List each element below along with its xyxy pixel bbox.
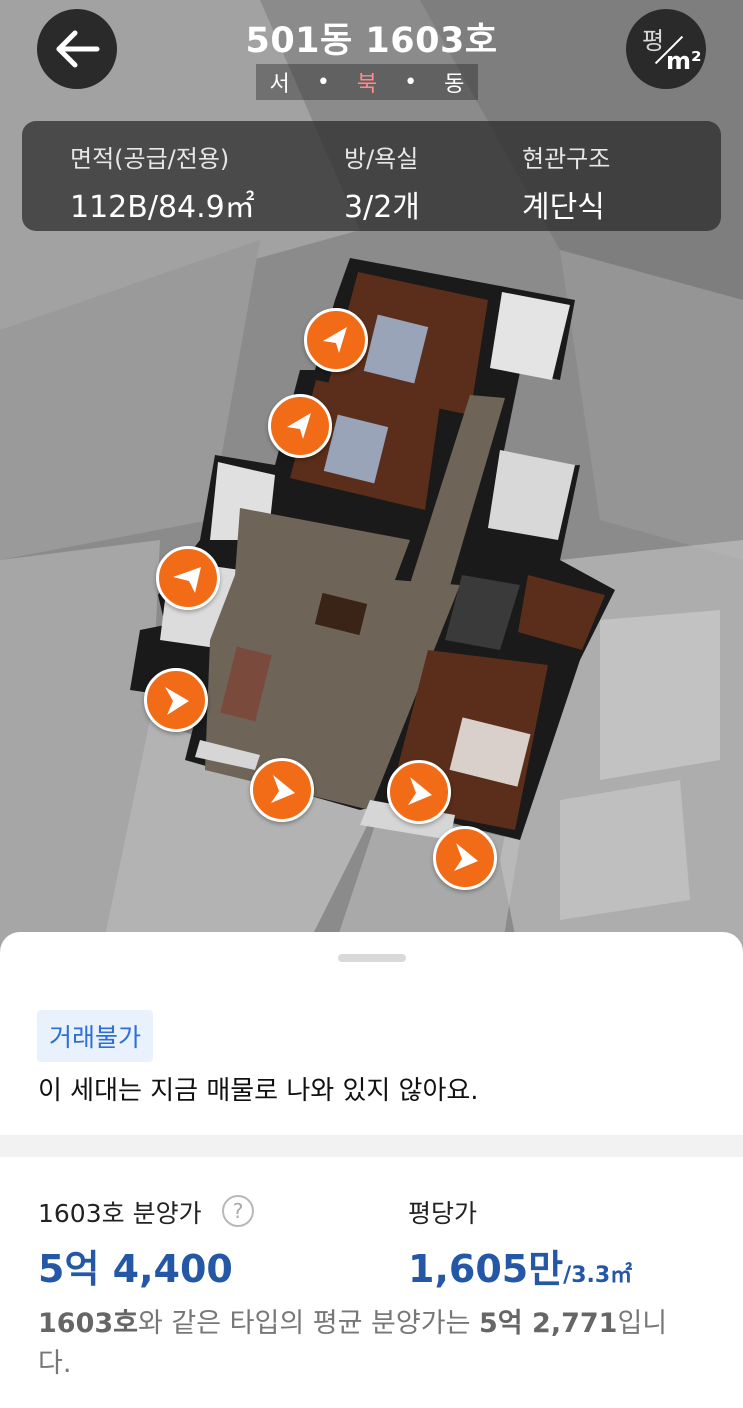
section-divider — [0, 1135, 743, 1157]
compass-east: 동 — [444, 72, 465, 97]
listing-notice: 이 세대는 지금 매물로 나와 있지 않아요. — [38, 1076, 479, 1106]
camera-viewpoint-icon[interactable] — [304, 308, 368, 372]
rooms-value: 3/2개 — [344, 190, 420, 225]
area-info: 면적(공급/전용) 112B/84.9㎡ — [70, 139, 255, 226]
page-title: 501동 1603호 — [245, 21, 498, 61]
sale-price-label: 1603호 분양가 — [38, 1199, 202, 1228]
average-price-note: 1603호와 같은 타입의 평균 분양가는 5억 2,771입니다. — [38, 1304, 698, 1384]
camera-viewpoint-icon[interactable] — [387, 760, 451, 824]
arrow-left-icon — [56, 30, 100, 68]
area-label: 면적(공급/전용) — [70, 145, 230, 173]
avg-note-middle: 와 같은 타입의 평균 분양가는 — [138, 1308, 479, 1339]
camera-viewpoint-icon[interactable] — [433, 826, 497, 890]
price-per-area-unit: /3.3㎡ — [563, 1263, 633, 1288]
price-per-area: 1,605만/3.3㎡ — [408, 1238, 632, 1293]
rooms-info: 방/욕실 3/2개 — [344, 139, 420, 226]
entrance-info: 현관구조 계단식 — [522, 139, 610, 226]
compass-dot: • — [404, 69, 418, 95]
rooms-label: 방/욕실 — [344, 145, 419, 173]
area-value: 112B/84.9㎡ — [70, 190, 255, 225]
back-button[interactable] — [37, 9, 117, 89]
entrance-value: 계단식 — [522, 190, 605, 225]
camera-viewpoint-icon[interactable] — [144, 668, 208, 732]
compass-west: 서 — [269, 72, 290, 97]
camera-viewpoint-icon[interactable] — [268, 394, 332, 458]
compass-dot: • — [316, 69, 330, 95]
price-per-area-label: 평당가 — [408, 1199, 478, 1228]
sale-price-value: 5억 4,400 — [38, 1247, 233, 1291]
unit-info-card: 면적(공급/전용) 112B/84.9㎡ 방/욕실 3/2개 현관구조 계단식 — [22, 121, 721, 231]
entrance-label: 현관구조 — [522, 145, 611, 173]
status-badge: 거래불가 — [37, 1010, 154, 1062]
camera-viewpoint-icon[interactable] — [250, 758, 314, 822]
unit-toggle-button[interactable]: 평 m² — [626, 9, 706, 89]
avg-note-unit: 1603호 — [38, 1308, 138, 1339]
compass-indicator: 서 • 북 • 동 — [256, 64, 478, 100]
bottom-sheet: 거래불가 이 세대는 지금 매물로 나와 있지 않아요. 1603호 분양가 ?… — [0, 932, 743, 1408]
price-per-area-value: 1,605만 — [408, 1247, 564, 1291]
question-mark-icon[interactable]: ? — [222, 1195, 254, 1227]
compass-north: 북 — [356, 72, 378, 97]
sheet-drag-handle[interactable] — [338, 954, 406, 962]
unit-pyeong-label: 평 — [642, 27, 665, 55]
camera-viewpoint-icon[interactable] — [156, 546, 220, 610]
avg-note-price: 5억 2,771 — [479, 1308, 618, 1339]
unit-sqm-label: m² — [666, 47, 702, 75]
floorplan-view[interactable]: 501동 1603호 서 • 북 • 동 평 m² 면적(공급/전용) 112B… — [0, 0, 743, 960]
